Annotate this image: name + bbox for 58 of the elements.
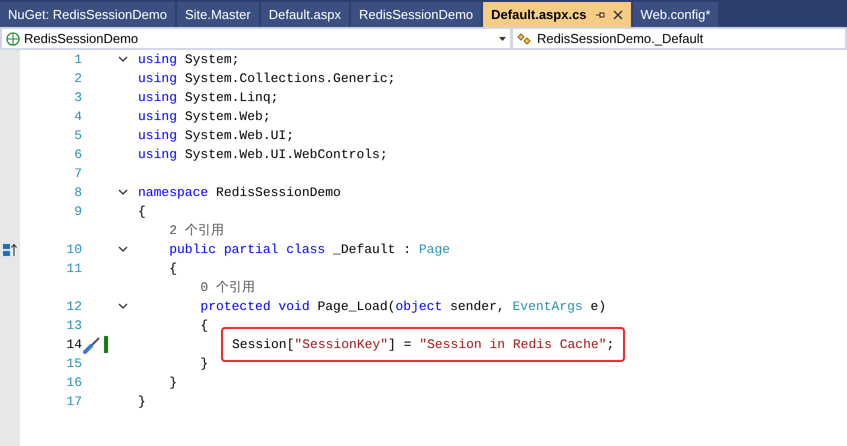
line-number: 13 bbox=[66, 316, 82, 335]
line-number: 7 bbox=[74, 164, 82, 183]
code-line: } bbox=[199, 354, 208, 373]
editor-tab[interactable]: NuGet: RedisSessionDemo bbox=[0, 2, 175, 27]
editor-tab[interactable]: Site.Master bbox=[176, 2, 259, 27]
code-line: Session["SessionKey"] = "Session in Redis Cache"; bbox=[232, 336, 614, 354]
code-line: using System.Collections.Generic; bbox=[138, 70, 396, 88]
code-line: } bbox=[168, 374, 178, 392]
reference-count[interactable]: 2 个引用 bbox=[138, 220, 224, 240]
code-line: { bbox=[199, 316, 208, 335]
collapse-icon[interactable] bbox=[118, 246, 128, 253]
tab-label: Default.aspx.cs bbox=[491, 6, 587, 24]
close-icon[interactable] bbox=[612, 10, 623, 20]
line-number: 16 bbox=[66, 374, 82, 392]
code-line: using System; bbox=[138, 50, 240, 69]
line-number: 6 bbox=[74, 146, 82, 164]
implementation-icon[interactable] bbox=[2, 242, 18, 256]
code-line: { bbox=[168, 260, 178, 278]
line-number: 9 bbox=[74, 202, 82, 221]
pin-icon[interactable] bbox=[594, 10, 605, 20]
reference-count[interactable]: 0 个引用 bbox=[138, 278, 256, 298]
line-number: 3 bbox=[74, 88, 82, 107]
line-number: 11 bbox=[66, 260, 82, 278]
line-number: 15 bbox=[66, 354, 82, 373]
project-name: RedisSessionDemo bbox=[24, 30, 140, 48]
screwdriver-icon[interactable] bbox=[82, 336, 102, 354]
code-line: using System.Web; bbox=[138, 108, 271, 126]
line-number: 4 bbox=[74, 108, 82, 126]
collapse-icon[interactable] bbox=[118, 56, 128, 63]
globe-icon bbox=[6, 32, 20, 46]
code-line: protected void Page_Load(object sender, EventArgs e) bbox=[199, 298, 606, 316]
project-dropdown[interactable]: RedisSessionDemo bbox=[2, 29, 510, 48]
line-number: 10 bbox=[66, 240, 82, 259]
line-number: 1 bbox=[74, 50, 82, 69]
collapse-icon[interactable] bbox=[118, 189, 128, 196]
line-number: 12 bbox=[66, 298, 82, 316]
editor-tab[interactable]: Web.config* bbox=[632, 2, 718, 27]
line-number: 17 bbox=[66, 392, 82, 411]
member-name: RedisSessionDemo._Default bbox=[537, 30, 704, 48]
code-line: using System.Web.UI.WebControls; bbox=[138, 146, 388, 164]
code-line: public partial class _Default : Page bbox=[168, 240, 450, 259]
line-number: 2 bbox=[74, 70, 82, 88]
change-bar bbox=[104, 336, 108, 353]
code-line: { bbox=[138, 202, 146, 221]
dropdown-arrow-icon bbox=[499, 36, 506, 40]
editor-tab[interactable]: Default.aspx.cs bbox=[483, 2, 631, 27]
member-dropdown[interactable]: RedisSessionDemo._Default bbox=[513, 29, 845, 48]
editor-tab[interactable]: Default.aspx bbox=[260, 2, 349, 27]
collapse-icon[interactable] bbox=[118, 303, 128, 310]
line-number: 5 bbox=[74, 126, 82, 145]
code-line: using System.Linq; bbox=[138, 88, 278, 107]
code-line: } bbox=[138, 392, 146, 411]
class-icon bbox=[517, 32, 533, 46]
line-number: 8 bbox=[74, 184, 82, 202]
code-line: namespace RedisSessionDemo bbox=[138, 184, 341, 202]
code-line: using System.Web.UI; bbox=[138, 126, 294, 145]
editor-tab[interactable]: RedisSessionDemo bbox=[350, 2, 482, 27]
line-number: 14 bbox=[66, 336, 82, 354]
